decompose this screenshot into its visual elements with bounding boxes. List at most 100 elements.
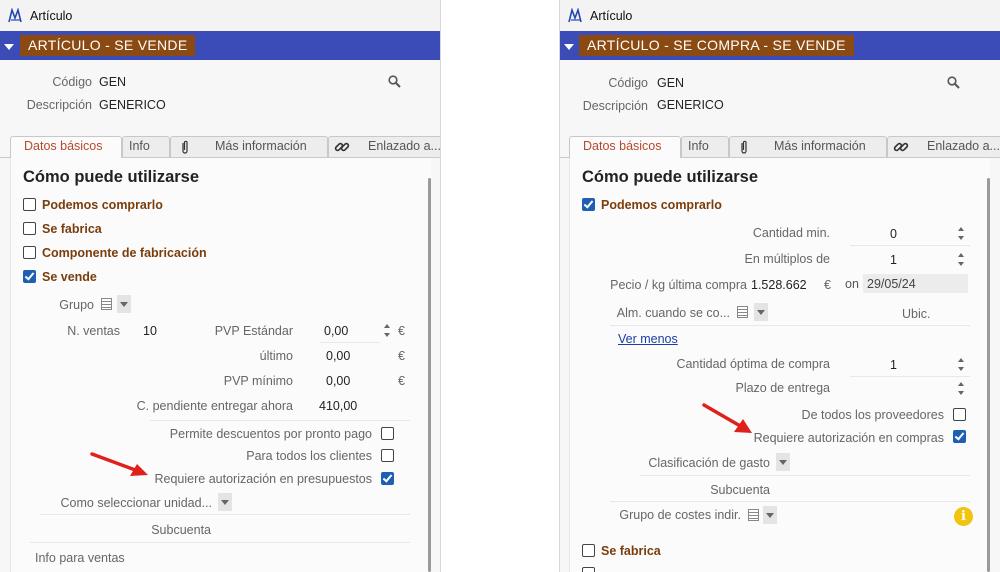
codigo-label: Código xyxy=(52,75,92,89)
currency-symbol: € xyxy=(398,324,405,338)
plazo-label: Plazo de entrega xyxy=(735,381,830,395)
info-ventas-label: Info para ventas xyxy=(35,551,125,565)
plazo-spinner-icon[interactable] xyxy=(957,382,965,396)
componente-label: Componente de fabricación xyxy=(42,246,207,260)
currency-symbol: € xyxy=(398,374,405,388)
se-fabrica-checkbox[interactable] xyxy=(23,222,36,235)
collapse-arrow-icon[interactable] xyxy=(4,44,14,50)
subcuenta-label: Subcuenta xyxy=(710,483,770,497)
se-vende-checkbox[interactable] xyxy=(23,270,36,283)
red-arrow-annotation xyxy=(90,452,148,476)
section-title: Cómo puede utilizarse xyxy=(582,168,759,186)
clasificacion-label: Clasificación de gasto xyxy=(648,456,770,470)
requiere-presupuestos-checkbox[interactable] xyxy=(381,472,394,485)
se-fabrica-label: Se fabrica xyxy=(42,222,102,236)
list-icon[interactable] xyxy=(737,306,748,318)
scrollbar[interactable] xyxy=(987,178,990,572)
app-logo-icon xyxy=(8,8,22,23)
tab-mas-informacion[interactable]: Más información xyxy=(215,136,307,157)
separator xyxy=(610,325,970,326)
window-title: Artículo xyxy=(30,9,73,23)
ver-menos-link[interactable]: Ver menos xyxy=(618,332,678,346)
list-icon[interactable] xyxy=(748,509,759,521)
se-fabrica-checkbox[interactable] xyxy=(582,544,595,557)
pvp-estandar-value[interactable]: 0,00 xyxy=(324,324,348,338)
cantidad-optima-spinner-icon[interactable] xyxy=(957,358,965,372)
collapse-arrow-icon[interactable] xyxy=(564,44,574,50)
codigo-value[interactable]: GEN xyxy=(657,76,684,90)
grupo-dropdown-chevron-down-icon[interactable] xyxy=(117,295,131,313)
separator xyxy=(30,542,410,543)
cantidad-min-spinner-icon[interactable] xyxy=(957,227,965,241)
tab-enlazado[interactable]: Enlazado a... xyxy=(927,136,1000,157)
section-title: Cómo puede utilizarse xyxy=(23,168,200,186)
multiplos-value[interactable]: 1 xyxy=(890,253,897,267)
on-label: on xyxy=(845,277,859,291)
article-type-title: ARTÍCULO - SE COMPRA - SE VENDE xyxy=(579,35,854,56)
componente-checkbox[interactable] xyxy=(582,567,595,572)
codigo-value[interactable]: GEN xyxy=(99,75,126,89)
descripcion-value[interactable]: GENERICO xyxy=(99,98,166,112)
search-icon[interactable] xyxy=(947,76,960,89)
cantidad-min-label: Cantidad min. xyxy=(752,226,830,240)
tab-datos-basicos[interactable]: Datos básicos xyxy=(583,136,662,157)
tab-info[interactable]: Info xyxy=(688,136,709,157)
ubic-label: Ubic. xyxy=(902,307,931,321)
cantidad-optima-value[interactable]: 1 xyxy=(890,358,897,372)
componente-checkbox[interactable] xyxy=(23,246,36,259)
pendiente-label: C. pendiente entregar ahora xyxy=(136,399,293,413)
grupo-label: Grupo xyxy=(59,298,94,312)
pvp-estandar-label: PVP Estándar xyxy=(214,324,293,338)
tab-mas-informacion[interactable]: Más información xyxy=(774,136,866,157)
tab-info[interactable]: Info xyxy=(129,136,150,157)
todos-proveedores-checkbox[interactable] xyxy=(953,408,966,421)
requiere-compras-checkbox[interactable] xyxy=(953,430,966,443)
window-title: Artículo xyxy=(590,9,633,23)
cantidad-min-value[interactable]: 0 xyxy=(890,227,897,241)
red-arrow-annotation xyxy=(702,403,752,433)
grupo-costes-chevron-down-icon[interactable] xyxy=(763,506,777,524)
article-type-title: ARTÍCULO - SE VENDE xyxy=(20,35,196,56)
permite-descuentos-label: Permite descuentos por pronto pago xyxy=(169,427,372,441)
info-icon[interactable]: i xyxy=(954,507,973,526)
descripcion-label: Descripción xyxy=(582,99,648,113)
scrollbar[interactable] xyxy=(428,178,431,572)
separator xyxy=(150,420,410,421)
como-seleccionar-chevron-down-icon[interactable] xyxy=(218,493,232,511)
grupo-costes-label: Grupo de costes indir. xyxy=(619,508,741,522)
clasificacion-chevron-down-icon[interactable] xyxy=(776,453,790,471)
todos-clientes-label: Para todos los clientes xyxy=(246,449,372,463)
descripcion-value[interactable]: GENERICO xyxy=(657,98,724,112)
se-fabrica-label: Se fabrica xyxy=(601,544,661,558)
multiplos-spinner-icon[interactable] xyxy=(957,253,965,267)
descripcion-label: Descripción xyxy=(26,98,92,112)
list-icon[interactable] xyxy=(101,298,112,310)
separator xyxy=(640,475,970,476)
right-article-window: Artículo ARTÍCULO - SE COMPRA - SE VENDE… xyxy=(559,0,1000,572)
permite-descuentos-checkbox[interactable] xyxy=(381,427,394,440)
podemos-comprarlo-checkbox[interactable] xyxy=(582,198,595,211)
fecha-value: 29/05/24 xyxy=(867,277,916,291)
separator xyxy=(610,501,970,502)
alm-chevron-down-icon[interactable] xyxy=(754,303,768,321)
ultimo-label: último xyxy=(259,349,293,363)
paperclip-icon xyxy=(182,140,188,154)
pendiente-value: 410,00 xyxy=(319,399,358,413)
tab-enlazado[interactable]: Enlazado a... xyxy=(368,136,440,157)
multiplos-label: En múltiplos de xyxy=(744,252,830,266)
precio-label: Pecio / kg última compra xyxy=(610,278,747,292)
field-underline xyxy=(850,376,970,377)
podemos-comprarlo-checkbox[interactable] xyxy=(23,198,36,211)
field-underline xyxy=(850,245,970,246)
n-ventas-value: 10 xyxy=(143,324,157,338)
search-icon[interactable] xyxy=(388,75,401,88)
se-vende-label: Se vende xyxy=(42,270,97,284)
requiere-presupuestos-label: Requiere autorización en presupuestos xyxy=(154,472,373,486)
todos-clientes-checkbox[interactable] xyxy=(381,449,394,462)
tab-datos-basicos[interactable]: Datos básicos xyxy=(24,136,103,157)
subcuenta-label: Subcuenta xyxy=(151,523,211,537)
pvp-estandar-spinner-icon[interactable] xyxy=(383,324,391,338)
currency-symbol: € xyxy=(824,278,831,292)
precio-value: 1.528.662 xyxy=(751,278,807,292)
alm-label: Alm. cuando se co... xyxy=(616,306,730,320)
